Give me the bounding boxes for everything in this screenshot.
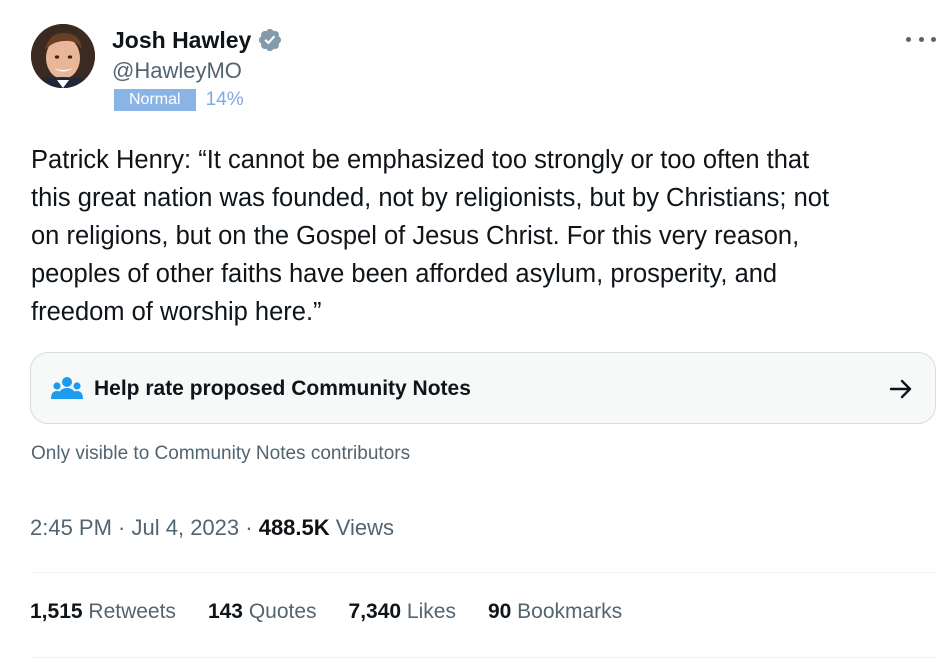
community-notes-visibility: Only visible to Community Notes contribu…: [31, 443, 411, 464]
meta-separator: ·: [111, 515, 132, 540]
tweet-time[interactable]: 2:45 PM: [30, 515, 112, 541]
likes-label: Likes: [401, 600, 456, 623]
retweets-count: 1,515: [30, 600, 83, 623]
people-icon: [51, 375, 83, 403]
author-display-name[interactable]: Josh Hawley: [112, 27, 251, 54]
quotes-count: 143: [207, 600, 243, 623]
bookmarks-count: 90: [487, 600, 512, 623]
quotes-stat[interactable]: 143 Quotes: [208, 600, 317, 624]
retweets-stat[interactable]: 1,515 Retweets: [30, 600, 176, 624]
classification-badge: Normal: [114, 89, 196, 111]
arrow-right-icon[interactable]: [887, 375, 915, 403]
views-count: 488.5K: [258, 515, 330, 540]
tweet-text: Patrick Henry: “It cannot be emphasized …: [31, 146, 830, 326]
tweet-meta: 2:45 PM · Jul 4, 2023 · 488.5K Views: [30, 515, 394, 541]
quotes-label: Quotes: [242, 600, 317, 623]
community-notes-card[interactable]: Help rate proposed Community Notes: [30, 352, 936, 424]
author-handle[interactable]: @HawleyMO: [112, 58, 242, 84]
engagement-stats: 1,515 Retweets 143 Quotes 7,340 Likes 90…: [30, 600, 622, 624]
classification-label: Normal 14%: [114, 89, 244, 111]
views-label: Views: [329, 515, 395, 540]
divider: [30, 572, 936, 573]
likes-count: 7,340: [348, 600, 402, 623]
classification-percent: 14%: [205, 89, 244, 110]
more-options-icon[interactable]: [906, 26, 936, 52]
likes-stat[interactable]: 7,340 Likes: [349, 600, 456, 624]
retweets-label: Retweets: [82, 600, 176, 623]
community-notes-title: Help rate proposed Community Notes: [94, 377, 471, 400]
tweet-date[interactable]: Jul 4, 2023: [132, 515, 240, 541]
meta-separator: ·: [239, 515, 259, 540]
tweet: Josh Hawley @HawleyMO Normal 14% Patrick…: [0, 0, 948, 662]
author-name-row: Josh Hawley: [112, 24, 283, 56]
divider: [30, 657, 936, 658]
bookmarks-stat[interactable]: 90 Bookmarks: [488, 600, 622, 624]
avatar[interactable]: [31, 24, 95, 88]
verified-badge-icon[interactable]: [257, 27, 283, 53]
bookmarks-label: Bookmarks: [511, 600, 623, 623]
